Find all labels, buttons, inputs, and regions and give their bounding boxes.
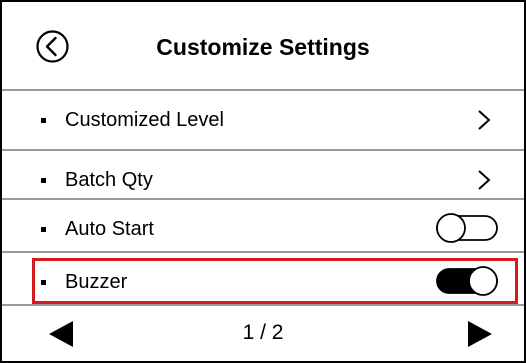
auto-start-toggle[interactable] (436, 213, 498, 243)
bullet (41, 118, 46, 123)
setting-label: Auto Start (65, 218, 154, 240)
back-circle-icon[interactable] (36, 30, 69, 63)
bullet (41, 280, 46, 285)
setting-label: Customized Level (65, 109, 224, 131)
triangle-right-icon[interactable] (467, 320, 493, 348)
setting-row-auto-start: Auto Start (2, 200, 524, 258)
setting-row-buzzer: Buzzer (2, 252, 524, 310)
page-indicator: 1 / 2 (242, 321, 284, 344)
bullet (41, 178, 46, 183)
chevron-right-icon (478, 170, 491, 190)
pagination-bar: 1 / 2 (2, 306, 524, 361)
page-title: Customize Settings (156, 34, 370, 60)
bullet (41, 227, 46, 232)
settings-screen: Customize Settings Customized Level Batc… (0, 0, 526, 363)
setting-label: Buzzer (65, 271, 128, 293)
setting-row-customized-level[interactable]: Customized Level (2, 91, 524, 149)
buzzer-toggle[interactable] (436, 266, 498, 296)
chevron-right-icon (478, 110, 491, 130)
setting-label: Batch Qty (65, 169, 153, 191)
header: Customize Settings (2, 2, 524, 89)
triangle-left-icon[interactable] (48, 320, 74, 348)
